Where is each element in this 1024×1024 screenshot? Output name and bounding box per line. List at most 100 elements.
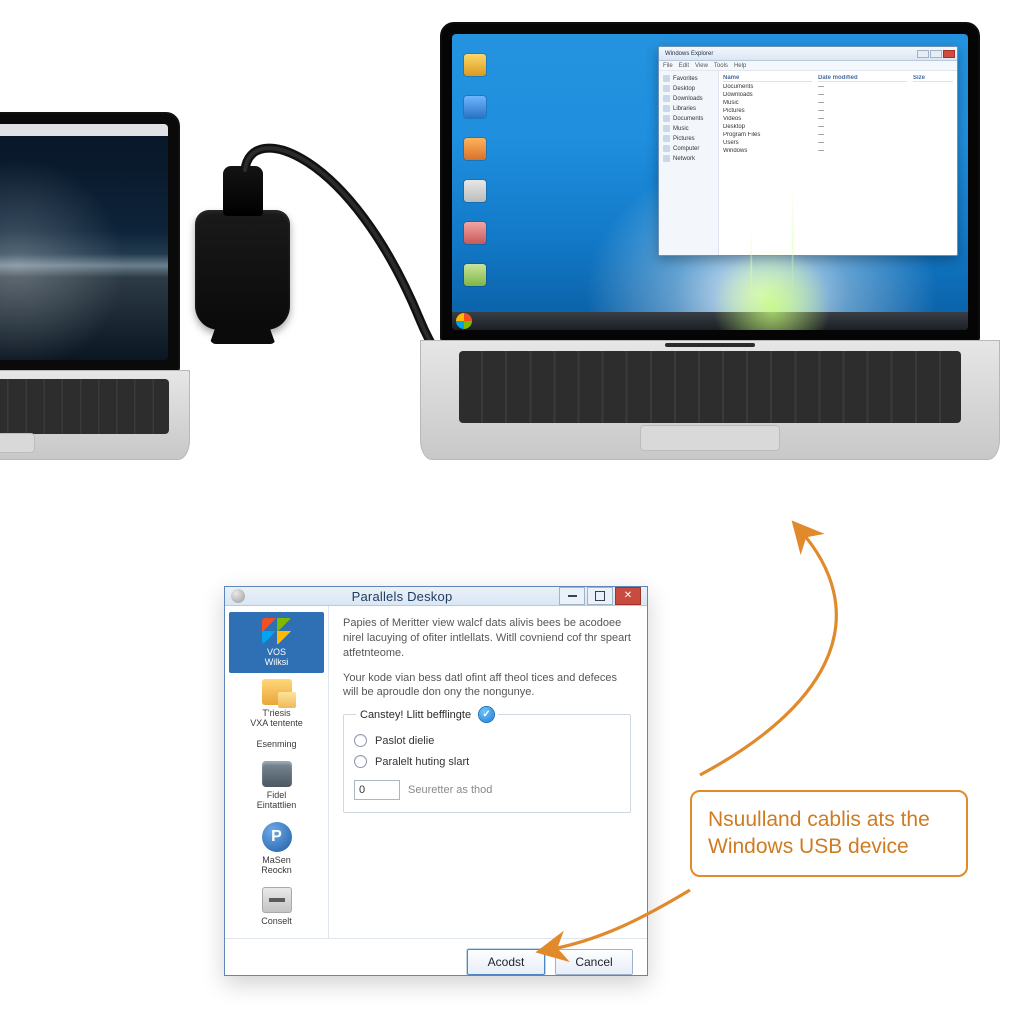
- windows-taskbar[interactable]: [452, 312, 968, 330]
- cell[interactable]: Users: [723, 140, 812, 146]
- column-header[interactable]: Size: [913, 75, 953, 82]
- sidebar-item[interactable]: Pictures: [673, 136, 695, 142]
- cell[interactable]: Videos: [723, 116, 812, 122]
- sidebar-item[interactable]: Downloads: [673, 96, 703, 102]
- sidebar-item-esenming[interactable]: Esenming: [229, 734, 324, 755]
- sidebar-item-triesis[interactable]: T'riesisVXA tentente: [229, 673, 324, 734]
- cell[interactable]: Music: [723, 100, 812, 106]
- dialog-buttons: Acodst Cancel: [225, 938, 647, 985]
- start-button-icon[interactable]: [456, 313, 472, 329]
- sidebar-item[interactable]: Favorites: [673, 76, 698, 82]
- sidebar-item-conselt[interactable]: Conselt: [229, 881, 324, 932]
- dialog-paragraph: Papies of Meritter view walcf dats alivi…: [343, 616, 631, 661]
- parallels-icon: P: [262, 822, 292, 852]
- minimize-button[interactable]: [917, 50, 929, 58]
- explorer-menubar[interactable]: File Edit View Tools Help: [659, 61, 957, 71]
- column-header[interactable]: Name: [723, 75, 812, 82]
- desktop-icons: [464, 54, 486, 286]
- sidebar-item[interactable]: Libraries: [673, 106, 696, 112]
- sidebar-item[interactable]: Desktop: [673, 86, 695, 92]
- laptop-windows-screen: Windows Explorer File Edit View Tools He…: [452, 34, 968, 330]
- laptop-mac-keyboard: [0, 379, 169, 434]
- cell[interactable]: Desktop: [723, 124, 812, 130]
- explorer-sidebar[interactable]: Favorites Desktop Downloads Libraries Do…: [659, 71, 719, 255]
- desktop-icon[interactable]: [464, 180, 486, 202]
- dialog-main: Papies of Meritter view walcf dats alivi…: [329, 606, 647, 938]
- sidebar-item-fidel[interactable]: FidelEintattlien: [229, 755, 324, 816]
- number-input[interactable]: 0: [354, 780, 400, 800]
- desktop-icon[interactable]: [464, 54, 486, 76]
- usb-icon: [262, 887, 292, 913]
- cell[interactable]: Downloads: [723, 92, 812, 98]
- maximize-button[interactable]: [587, 587, 613, 605]
- menu-item[interactable]: Help: [734, 63, 746, 69]
- radio-option-1[interactable]: Paslot dielie: [354, 734, 620, 747]
- maximize-button[interactable]: [930, 50, 942, 58]
- explorer-title: Windows Explorer: [665, 51, 713, 57]
- mac-menubar: [0, 124, 168, 136]
- menu-item[interactable]: File: [663, 63, 673, 69]
- laptop-mac-trackpad: [0, 433, 35, 453]
- options-fieldset: Canstey! Llitt befflingte ✓ Paslot dieli…: [343, 714, 631, 813]
- laptop-mac-chassis: [0, 370, 190, 460]
- desktop-icon[interactable]: [464, 96, 486, 118]
- menu-item[interactable]: View: [695, 63, 708, 69]
- explorer-window[interactable]: Windows Explorer File Edit View Tools He…: [658, 46, 958, 256]
- sidebar-item-vos[interactable]: VOSWilksi: [229, 612, 324, 673]
- cell[interactable]: Documents: [723, 84, 812, 90]
- column-header[interactable]: Date modified: [818, 75, 907, 82]
- sidebar-item-label: MaSen: [262, 855, 291, 865]
- dialog-titlebar[interactable]: Parallels Deskop: [225, 587, 647, 606]
- explorer-titlebar[interactable]: Windows Explorer: [659, 47, 957, 61]
- cell: [913, 100, 953, 106]
- sidebar-item[interactable]: Documents: [673, 116, 703, 122]
- menu-item[interactable]: Tools: [714, 63, 728, 69]
- cancel-button[interactable]: Cancel: [555, 949, 633, 975]
- sidebar-item[interactable]: Music: [673, 126, 689, 132]
- folders-icon: [262, 679, 292, 705]
- cell: —: [818, 132, 907, 138]
- laptop-windows-trackpad: [640, 425, 780, 451]
- cell[interactable]: Program Files: [723, 132, 812, 138]
- parallels-dialog[interactable]: Parallels Deskop VOSWilksi T'riesisVXA t…: [224, 586, 648, 976]
- sidebar-item[interactable]: Computer: [673, 146, 699, 152]
- dialog-title: Parallels Deskop: [251, 589, 553, 604]
- laptop-windows-lid: Windows Explorer File Edit View Tools He…: [440, 22, 980, 342]
- annotation-callout: Nsuulland cablis ats the Windows USB dev…: [690, 790, 968, 877]
- sidebar-item-label: Eintattlien: [257, 800, 297, 810]
- desktop-icon[interactable]: [464, 264, 486, 286]
- sidebar-item-label: Reockn: [261, 865, 292, 875]
- laptop-mac-lid: [0, 112, 180, 372]
- accept-button[interactable]: Acodst: [467, 949, 545, 975]
- laptop-mac: [0, 112, 180, 460]
- desktop-icon[interactable]: [464, 138, 486, 160]
- minimize-button[interactable]: [559, 587, 585, 605]
- hardware-scene: Windows Explorer File Edit View Tools He…: [0, 70, 1024, 460]
- sidebar-item[interactable]: Network: [673, 156, 695, 162]
- cell[interactable]: Pictures: [723, 108, 812, 114]
- cell: —: [818, 116, 907, 122]
- cell[interactable]: Windows: [723, 148, 812, 154]
- close-button[interactable]: [943, 50, 955, 58]
- sidebar-item-label: Esenming: [256, 739, 296, 749]
- check-icon[interactable]: ✓: [479, 707, 494, 722]
- cell: —: [818, 108, 907, 114]
- cell: [913, 108, 953, 114]
- cell: [913, 84, 953, 90]
- sidebar-item-masen[interactable]: P MaSenReockn: [229, 816, 324, 881]
- laptop-windows-keyboard: [459, 351, 961, 423]
- radio-icon[interactable]: [354, 755, 367, 768]
- radio-icon[interactable]: [354, 734, 367, 747]
- close-button[interactable]: [615, 587, 641, 605]
- dialog-sidebar[interactable]: VOSWilksi T'riesisVXA tentente Esenming …: [225, 606, 329, 938]
- sidebar-item-label: T'riesis: [262, 708, 290, 718]
- cell: [913, 140, 953, 146]
- menu-item[interactable]: Edit: [679, 63, 689, 69]
- radio-option-2[interactable]: Paralelt huting slart: [354, 755, 620, 768]
- sidebar-item-label: Conselt: [261, 916, 292, 926]
- desktop-icon[interactable]: [464, 222, 486, 244]
- cell: —: [818, 84, 907, 90]
- explorer-file-list[interactable]: Name Date modified Size Documents — Downl…: [719, 71, 957, 255]
- cell: [913, 132, 953, 138]
- laptop-mac-screen: [0, 124, 168, 360]
